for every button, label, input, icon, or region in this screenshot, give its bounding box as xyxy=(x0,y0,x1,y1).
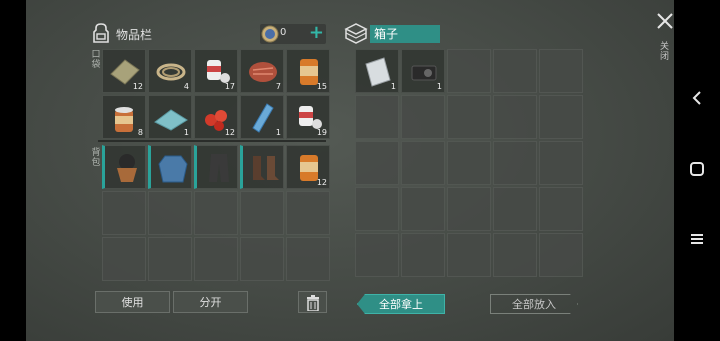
item-count: 1 xyxy=(436,82,442,91)
backpack-slot[interactable] xyxy=(148,145,192,189)
coin-counter: 0 + xyxy=(260,22,326,44)
backpack-slot[interactable] xyxy=(148,191,192,235)
box-slot[interactable] xyxy=(493,49,537,93)
trash-icon xyxy=(306,295,319,312)
backpack-slot[interactable] xyxy=(286,237,330,281)
pocket-slot[interactable]: 12 xyxy=(102,49,146,93)
box-slot[interactable] xyxy=(355,233,399,277)
menu-icon xyxy=(691,234,703,244)
take-all-button[interactable]: 全部拿上 xyxy=(357,294,445,314)
pocket-slot[interactable]: 15 xyxy=(286,49,330,93)
box-slot[interactable] xyxy=(539,95,583,139)
box-icon xyxy=(344,23,368,44)
split-button[interactable]: 分开 xyxy=(173,291,248,313)
pocket-slot[interactable]: 12 xyxy=(194,95,238,139)
box-slot[interactable] xyxy=(355,141,399,185)
box-slot[interactable] xyxy=(401,233,445,277)
item-count: 12 xyxy=(316,178,327,187)
inventory-title: 物品栏 xyxy=(116,28,153,42)
item-count: 19 xyxy=(316,128,327,137)
item-count: 7 xyxy=(275,82,281,91)
close-label: 关闭 xyxy=(660,42,670,62)
coin-value: 0 xyxy=(280,27,287,38)
boots-icon xyxy=(253,156,279,180)
box-slot[interactable] xyxy=(493,141,537,185)
box-slot[interactable] xyxy=(355,95,399,139)
trash-button[interactable] xyxy=(298,291,327,313)
box-slot[interactable] xyxy=(401,141,445,185)
backpack-slot[interactable] xyxy=(194,145,238,189)
pocket-slot[interactable]: 1 xyxy=(240,95,284,139)
close-button[interactable] xyxy=(656,12,674,33)
backpack-icon xyxy=(93,23,109,43)
back-icon xyxy=(692,91,701,105)
item-count: 1 xyxy=(183,128,189,137)
back-nav-button[interactable] xyxy=(674,90,720,110)
backpack-slot[interactable] xyxy=(194,191,238,235)
backpack-label: 背包 xyxy=(91,148,101,168)
box-slot[interactable] xyxy=(401,95,445,139)
box-slot[interactable] xyxy=(447,233,491,277)
item-count: 17 xyxy=(224,82,235,91)
add-coins-button[interactable]: + xyxy=(309,22,324,43)
backpack-slot[interactable] xyxy=(102,145,146,189)
system-nav-bar xyxy=(674,0,720,341)
close-icon xyxy=(657,13,673,29)
pocket-slot[interactable]: 1 xyxy=(148,95,192,139)
box-slot[interactable] xyxy=(493,187,537,231)
pants-icon xyxy=(209,154,229,182)
item-count: 8 xyxy=(137,128,143,137)
pocket-slot[interactable]: 8 xyxy=(102,95,146,139)
box-slot[interactable] xyxy=(447,95,491,139)
box-title: 箱子 xyxy=(370,25,440,43)
item-count: 12 xyxy=(132,82,143,91)
box-slot[interactable] xyxy=(447,187,491,231)
home-nav-button[interactable] xyxy=(674,162,720,180)
box-slot[interactable] xyxy=(493,233,537,277)
inventory-header: 物品栏 0 + xyxy=(90,22,326,46)
home-icon xyxy=(690,162,704,176)
backpack-slot[interactable] xyxy=(240,145,284,189)
pocket-slot[interactable]: 17 xyxy=(194,49,238,93)
backpack-slot[interactable] xyxy=(194,237,238,281)
jacket-icon xyxy=(158,155,188,183)
pocket-slot[interactable]: 4 xyxy=(148,49,192,93)
pocket-slot[interactable]: 19 xyxy=(286,95,330,139)
box-slot[interactable]: 1 xyxy=(401,49,445,93)
backpack-slot[interactable] xyxy=(286,191,330,235)
box-slot[interactable] xyxy=(401,187,445,231)
backpack-slot[interactable] xyxy=(240,237,284,281)
backpack-grid: 12 xyxy=(102,145,330,281)
item-count: 1 xyxy=(390,82,396,91)
item-count: 1 xyxy=(275,128,281,137)
box-slot[interactable] xyxy=(447,141,491,185)
box-slot[interactable] xyxy=(539,49,583,93)
backpack-slot[interactable] xyxy=(240,191,284,235)
pocket-label: 口袋 xyxy=(91,50,101,70)
box-slot[interactable] xyxy=(539,233,583,277)
pocket-slot[interactable]: 7 xyxy=(240,49,284,93)
backpack-slot[interactable] xyxy=(148,237,192,281)
box-header: 箱子 xyxy=(344,22,454,46)
balaclava-icon xyxy=(117,154,137,182)
backpack-slot[interactable] xyxy=(102,191,146,235)
item-count: 4 xyxy=(183,82,189,91)
coin-icon xyxy=(261,25,279,43)
put-all-button[interactable]: 全部放入 xyxy=(490,294,578,314)
use-button[interactable]: 使用 xyxy=(95,291,170,313)
box-slot[interactable] xyxy=(493,95,537,139)
box-slot[interactable] xyxy=(539,187,583,231)
box-slot[interactable] xyxy=(355,187,399,231)
backpack-slot[interactable] xyxy=(102,237,146,281)
pocket-grid: 12 4 17 7 15 8 1 12 1 19 xyxy=(102,49,330,139)
item-count: 15 xyxy=(316,82,327,91)
box-grid: 1 1 xyxy=(355,49,583,277)
section-divider xyxy=(98,140,326,142)
menu-nav-button[interactable] xyxy=(674,233,720,249)
box-slot[interactable] xyxy=(447,49,491,93)
box-slot[interactable]: 1 xyxy=(355,49,399,93)
item-count: 12 xyxy=(224,128,235,137)
backpack-slot[interactable]: 12 xyxy=(286,145,330,189)
box-slot[interactable] xyxy=(539,141,583,185)
